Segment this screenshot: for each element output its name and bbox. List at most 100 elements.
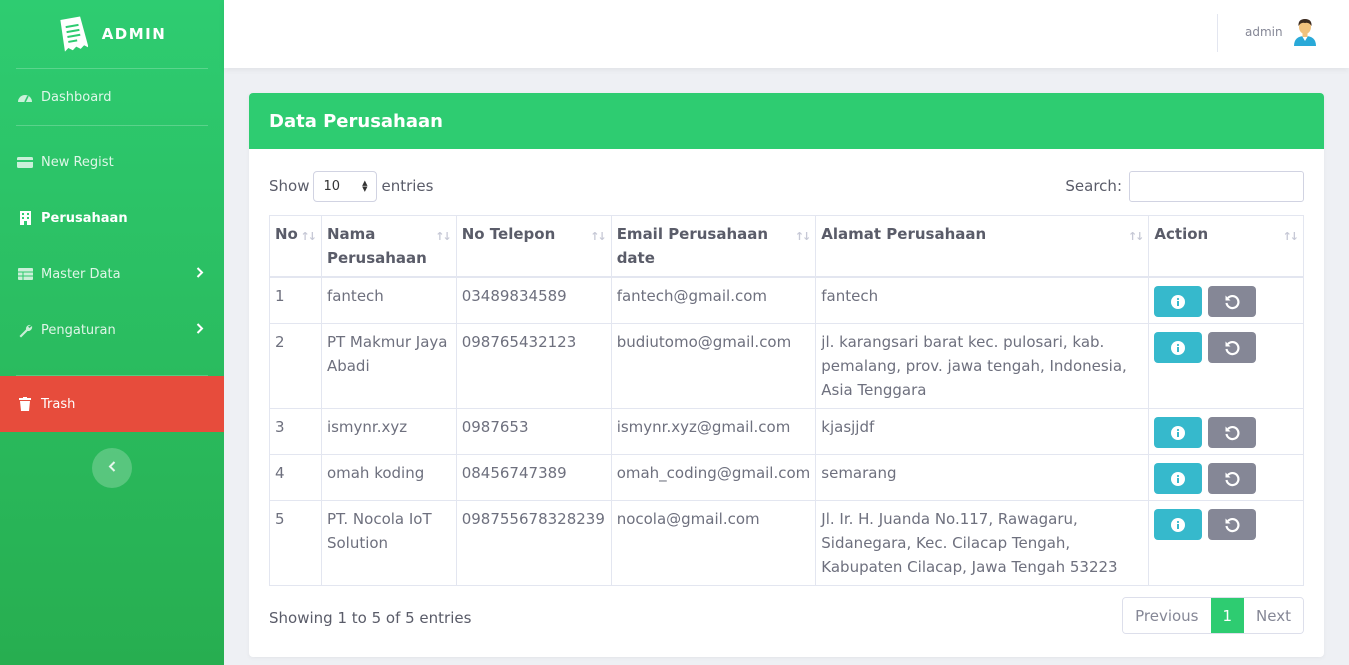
cell-action <box>1148 276 1304 324</box>
sidebar-item-master-data[interactable]: Master Data <box>0 246 224 302</box>
cell-action <box>1148 500 1304 586</box>
restore-button[interactable] <box>1208 463 1257 494</box>
wrench-icon <box>16 323 34 337</box>
brand-title: ADMIN <box>101 25 167 43</box>
cell-email: fantech@gmail.com <box>610 276 817 324</box>
cell-action <box>1148 408 1304 455</box>
sort-icon: ↑↓ <box>590 230 607 243</box>
cell-email: ismynr.xyz@gmail.com <box>610 408 817 455</box>
column-header-nama[interactable]: Nama Perusahaan ↑↓ <box>320 215 457 278</box>
pagination: Previous 1 Next <box>1122 597 1304 634</box>
sidebar-item-label: Perusahaan <box>41 210 128 226</box>
restore-icon <box>1225 517 1240 532</box>
cell-telepon: 098755678328239 <box>455 500 612 586</box>
cell-nama: omah koding <box>320 454 457 501</box>
sidebar-item-trash[interactable]: Trash <box>0 376 224 432</box>
cell-no: 3 <box>269 408 322 455</box>
sidebar-item-label: Pengaturan <box>41 322 116 338</box>
topbar: admin <box>224 0 1349 68</box>
sort-icon: ↑↓ <box>435 230 452 243</box>
sort-icon: ↑↓ <box>300 230 318 243</box>
sidebar-item-new-regist[interactable]: New Regist <box>0 134 224 190</box>
cell-action <box>1148 323 1304 409</box>
table-row: 4 omah koding 08456747389 omah_coding@gm… <box>269 454 1304 501</box>
column-header-email[interactable]: Email Perusahaan date ↑↓ <box>610 215 817 278</box>
previous-page-button[interactable]: Previous <box>1123 598 1211 633</box>
sort-icon: ↑↓ <box>1127 230 1145 243</box>
building-icon <box>16 211 34 225</box>
cell-alamat: fantech <box>815 276 1150 324</box>
entries-label: entries <box>381 177 434 195</box>
table-controls: Show 10 ▲ ▼ entries Search: <box>269 170 1304 202</box>
card-header: Data Perusahaan <box>249 93 1324 149</box>
column-header-label: No <box>275 225 298 243</box>
column-header-action[interactable]: Action ↑↓ <box>1148 215 1304 278</box>
column-header-label: Nama Perusahaan <box>326 225 427 267</box>
cell-telepon: 0987653 <box>455 408 612 455</box>
next-page-button[interactable]: Next <box>1244 598 1303 633</box>
table-header-row: No ↑↓ Nama Perusahaan ↑↓ No Telepon ↑↓ Emai… <box>269 215 1304 278</box>
info-icon <box>1171 471 1186 486</box>
show-label: Show <box>269 177 310 195</box>
info-icon <box>1171 425 1186 440</box>
sidebar-item-label: Master Data <box>41 266 121 282</box>
detail-button[interactable] <box>1154 463 1203 494</box>
table-icon <box>16 267 34 281</box>
table-info: Showing 1 to 5 of 5 entries <box>269 609 472 627</box>
sidebar: ADMIN Dashboard New Regist Perusahaan Ma… <box>0 0 224 665</box>
detail-button[interactable] <box>1154 509 1203 540</box>
search-input[interactable] <box>1129 170 1304 202</box>
sidebar-item-label: Trash <box>41 396 76 412</box>
column-header-alamat[interactable]: Alamat Perusahaan ↑↓ <box>815 215 1150 278</box>
table-row: 3 ismynr.xyz 0987653 ismynr.xyz@gmail.co… <box>269 408 1304 455</box>
entries-select[interactable]: 10 ▲ ▼ <box>313 170 378 202</box>
table-row: 5 PT. Nocola IoT Solution 09875567832823… <box>269 500 1304 586</box>
entries-length: Show 10 ▲ ▼ entries <box>269 170 433 202</box>
sidebar-toggle-button[interactable] <box>92 448 132 488</box>
receipt-icon <box>58 16 88 52</box>
restore-icon <box>1225 425 1240 440</box>
restore-button[interactable] <box>1208 286 1257 317</box>
column-header-no[interactable]: No ↑↓ <box>269 215 322 278</box>
sort-icon: ↑↓ <box>794 230 812 243</box>
perusahaan-table: No ↑↓ Nama Perusahaan ↑↓ No Telepon ↑↓ Emai… <box>269 215 1304 586</box>
table-row: 2 PT Makmur Jaya Abadi 098765432123 budi… <box>269 323 1304 409</box>
select-arrows-icon: ▲ ▼ <box>362 179 368 193</box>
restore-icon <box>1225 340 1240 355</box>
user-name[interactable]: admin <box>1245 25 1283 39</box>
cell-nama: PT Makmur Jaya Abadi <box>320 323 457 409</box>
column-header-telepon[interactable]: No Telepon ↑↓ <box>455 215 612 278</box>
page-1-button[interactable]: 1 <box>1210 598 1245 633</box>
cell-no: 1 <box>269 276 322 324</box>
restore-button[interactable] <box>1208 509 1257 540</box>
cell-nama: PT. Nocola IoT Solution <box>320 500 457 586</box>
cell-alamat: semarang <box>815 454 1150 501</box>
cell-telepon: 098765432123 <box>455 323 612 409</box>
sidebar-item-perusahaan[interactable]: Perusahaan <box>0 190 224 246</box>
detail-button[interactable] <box>1154 417 1203 448</box>
restore-icon <box>1225 471 1240 486</box>
column-header-label: No Telepon <box>461 225 556 243</box>
chevron-right-icon <box>196 322 204 338</box>
column-header-label: Email Perusahaan date <box>616 225 769 267</box>
topbar-divider <box>1217 14 1218 52</box>
cell-no: 5 <box>269 500 322 586</box>
chevron-left-icon <box>108 460 116 476</box>
user-avatar-icon[interactable] <box>1290 17 1320 47</box>
detail-button[interactable] <box>1154 286 1203 317</box>
info-icon <box>1171 294 1186 309</box>
table-row: 1 fantech 03489834589 fantech@gmail.com … <box>269 276 1304 324</box>
sidebar-item-pengaturan[interactable]: Pengaturan <box>0 302 224 358</box>
cell-nama: fantech <box>320 276 457 324</box>
sidebar-brand[interactable]: ADMIN <box>0 0 224 68</box>
sidebar-item-dashboard[interactable]: Dashboard <box>0 69 224 125</box>
trash-icon <box>16 397 34 411</box>
cell-no: 2 <box>269 323 322 409</box>
restore-button[interactable] <box>1208 417 1257 448</box>
restore-icon <box>1225 294 1240 309</box>
cell-telepon: 03489834589 <box>455 276 612 324</box>
cell-email: budiutomo@gmail.com <box>610 323 817 409</box>
cell-email: nocola@gmail.com <box>610 500 817 586</box>
detail-button[interactable] <box>1154 332 1203 363</box>
restore-button[interactable] <box>1208 332 1257 363</box>
